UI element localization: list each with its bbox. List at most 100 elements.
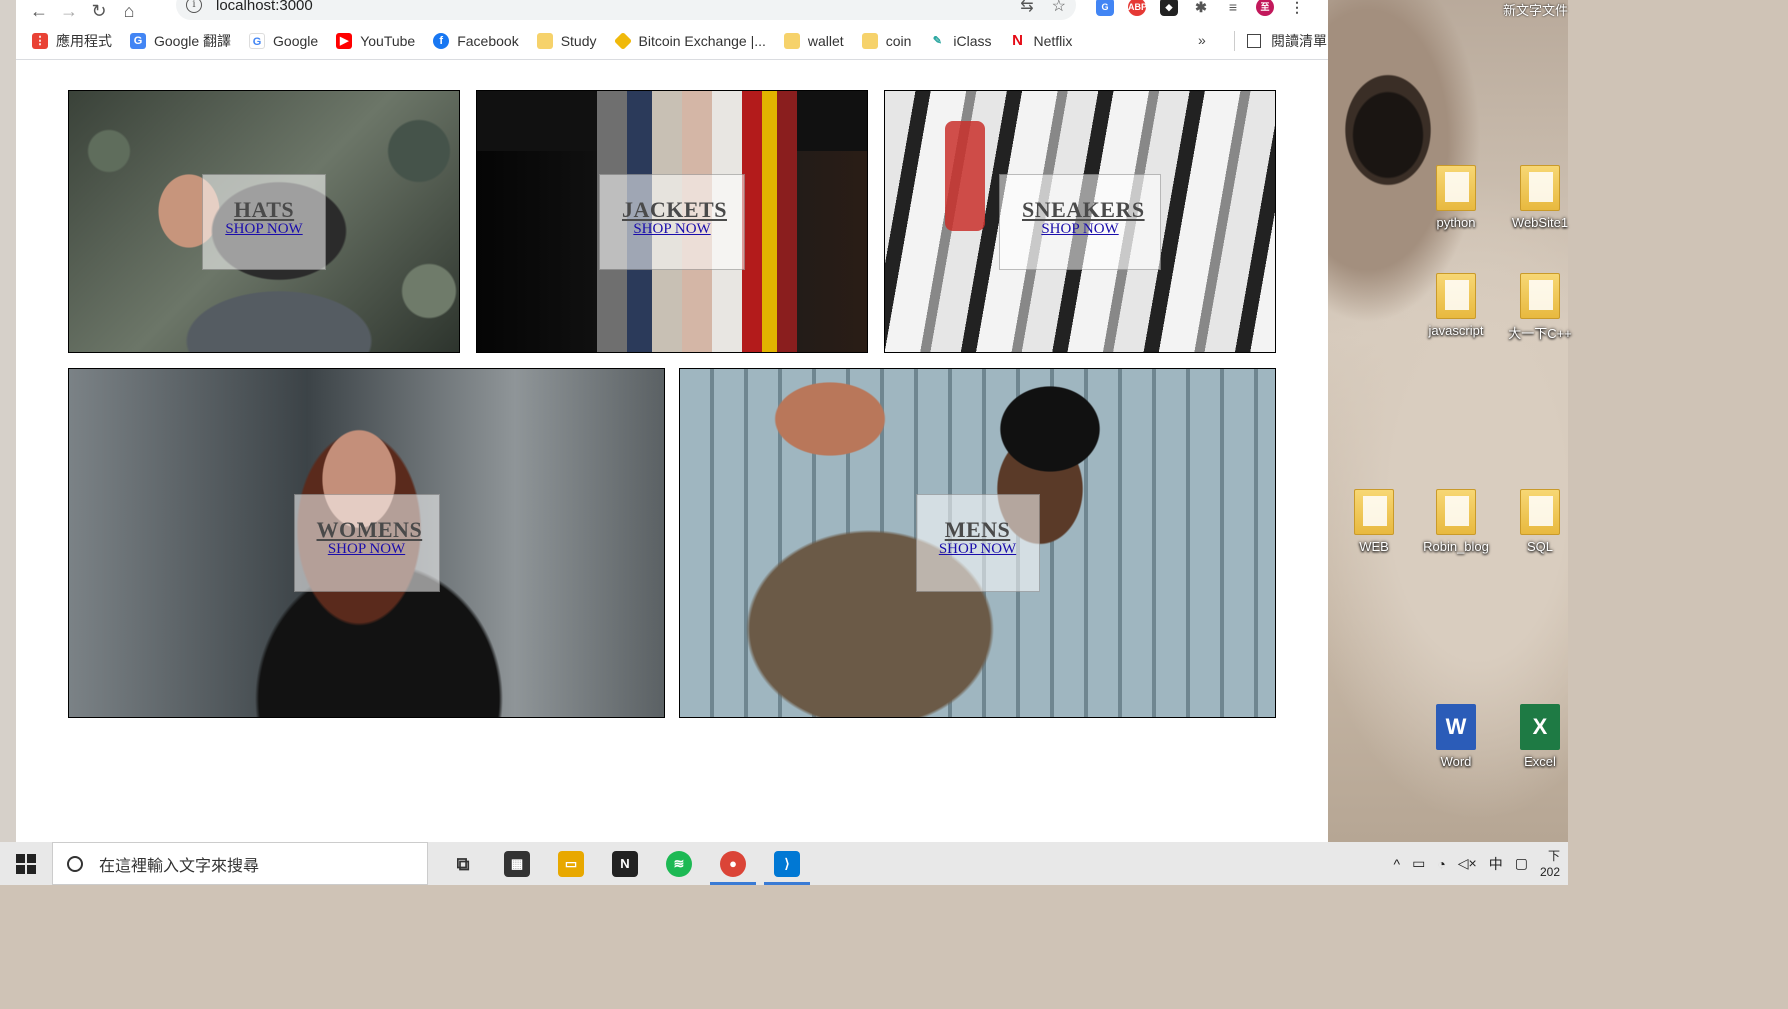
bookmark-bitcoin-exchange[interactable]: Bitcoin Exchange |... [613,31,766,50]
notification-icon[interactable]: ▢ [1515,855,1528,872]
adblock-plus-icon[interactable]: ABP [1128,0,1147,16]
category-title[interactable]: HATS [225,198,303,221]
task-view-button[interactable]: ⧉ [436,842,490,885]
profile-avatar[interactable]: 至 [1256,0,1274,16]
vscode-button[interactable]: ⟩ [760,842,814,885]
category-title[interactable]: JACKETS [622,198,726,221]
reading-list-icon [1247,34,1261,48]
bookmark-google-translate[interactable]: G Google 翻譯 [130,31,231,51]
clock[interactable]: 下 202 [1540,848,1560,880]
home-icon[interactable]: ⌂ [114,2,144,20]
desktop-icon-word[interactable]: W Word [1416,704,1496,769]
task-view-icon: ⧉ [456,853,470,874]
category-tile-womens[interactable]: WOMENS SHOP NOW [68,368,665,718]
metamask-extension-icon[interactable]: ◆ [1160,0,1178,16]
bookmark-label: Google 翻譯 [154,32,232,49]
media-control-icon[interactable]: ≡ [1224,0,1242,16]
chrome-button[interactable]: ● [706,842,760,885]
google-translate-extension-icon[interactable]: G [1096,0,1114,16]
folder-icon [1520,489,1560,535]
shop-now-link[interactable]: SHOP NOW [317,541,417,557]
category-title[interactable]: MENS [939,519,1017,541]
category-tile-sneakers[interactable]: SNEAKERS SHOP NOW [884,90,1276,353]
folder-icon [1520,165,1560,211]
volume-icon[interactable]: ◁× [1458,855,1477,872]
binance-icon [613,31,632,50]
bookmark-google[interactable]: G Google [249,32,319,49]
bookmarks-overflow-button[interactable]: » [1198,32,1206,48]
chrome-icon: ● [720,850,746,877]
battery-icon[interactable]: ▭ [1412,855,1425,872]
shop-now-link[interactable]: SHOP NOW [939,541,1017,557]
folder-icon [1436,165,1476,211]
start-button[interactable] [0,842,52,885]
wifi-icon[interactable]: ◔ [1437,856,1445,872]
spotify-button[interactable]: ≋ [652,842,706,885]
desktop-icon-label: 大一下C++ [1508,326,1572,341]
google-translate-icon: G [130,32,146,49]
category-label-box[interactable]: JACKETS SHOP NOW [599,173,745,270]
bookmark-coin[interactable]: coin [861,32,912,49]
excel-icon: X [1520,704,1560,750]
desktop-icon-label: WebSite1 [1511,215,1569,230]
desktop-icon-excel[interactable]: X Excel [1500,704,1580,769]
desktop-icon-label: Word [1440,754,1472,769]
bookmark-label: coin [885,32,912,49]
desktop-icon-javascript[interactable]: javascript [1416,273,1496,338]
category-label-box[interactable]: MENS SHOP NOW [915,494,1040,592]
category-tile-mens[interactable]: MENS SHOP NOW [679,368,1276,718]
bookmark-study[interactable]: Study [536,32,597,49]
folder-icon [1520,273,1560,319]
bookmark-label: wallet [807,32,844,49]
bookmark-label: Facebook [457,32,519,49]
bookmarks-bar: ⋮ 應用程式 G Google 翻譯 G Google ▶ YouTube f … [16,22,1328,60]
desktop-icon-web[interactable]: WEB [1334,489,1414,554]
reload-icon[interactable]: ↻ [84,2,114,20]
desktop-file-label[interactable]: 新文字文件 [1503,0,1568,19]
desktop-icon-website1[interactable]: WebSite1 [1500,165,1580,230]
category-label-box[interactable]: HATS SHOP NOW [202,173,326,270]
reading-list-button[interactable]: 閱讀清單 [1234,31,1327,51]
address-url[interactable]: localhost:3000 [216,0,313,14]
desktop-icon-cpp[interactable]: 大一下C++ [1500,273,1580,342]
bookmark-label: 應用程式 [56,32,112,49]
shop-now-link[interactable]: SHOP NOW [225,221,303,237]
bookmark-wallet[interactable]: wallet [783,32,844,49]
bookmark-facebook[interactable]: f Facebook [433,32,519,49]
desktop-icon-robin-blog[interactable]: Robin_blog [1416,489,1496,554]
category-title[interactable]: WOMENS [317,519,422,541]
bookmark-iclass[interactable]: ✎ iClass [929,32,992,49]
category-label-box[interactable]: WOMENS SHOP NOW [293,494,440,592]
bookmark-youtube[interactable]: ▶ YouTube [336,32,415,49]
translate-icon[interactable]: ⇆ [1020,0,1033,16]
category-label-box[interactable]: SNEAKERS SHOP NOW [999,173,1161,270]
bookmark-netflix[interactable]: N Netflix [1009,32,1072,49]
file-explorer-icon: ▭ [558,850,584,877]
address-bar[interactable]: i localhost:3000 ⇆ ☆ [176,0,1076,20]
site-info-icon[interactable]: i [186,0,202,13]
bookmark-label: Google [273,32,319,49]
desktop-icon-python[interactable]: python [1416,165,1496,230]
file-explorer-button[interactable]: ▭ [544,842,598,885]
notion-button[interactable]: N [598,842,652,885]
forward-icon[interactable]: → [54,2,84,20]
shop-now-link[interactable]: SHOP NOW [1022,221,1138,237]
desktop-icon-sql[interactable]: SQL [1500,489,1580,554]
category-title[interactable]: SNEAKERS [1022,198,1144,221]
store-button[interactable]: ▦ [490,842,544,885]
tray-overflow-icon[interactable]: ^ [1394,856,1401,872]
desktop-icon-label: javascript [1428,323,1484,338]
category-tile-jackets[interactable]: JACKETS SHOP NOW [476,90,868,353]
extensions-puzzle-icon[interactable]: ✱ [1192,0,1210,16]
back-icon[interactable]: ← [24,2,54,20]
facebook-icon: f [433,32,450,49]
shop-now-link[interactable]: SHOP NOW [622,221,722,237]
bookmark-apps[interactable]: ⋮ 應用程式 [32,31,112,51]
vscode-icon: ⟩ [774,850,800,877]
ime-indicator[interactable]: 中 [1489,854,1503,874]
more-menu-icon[interactable]: ⋮ [1288,0,1306,16]
taskbar-search[interactable]: 在這裡輸入文字來搜尋 [52,842,428,885]
category-tile-hats[interactable]: HATS SHOP NOW [68,90,460,353]
bookmark-star-icon[interactable]: ☆ [1052,0,1066,16]
desktop-icon-label: python [1436,215,1476,230]
